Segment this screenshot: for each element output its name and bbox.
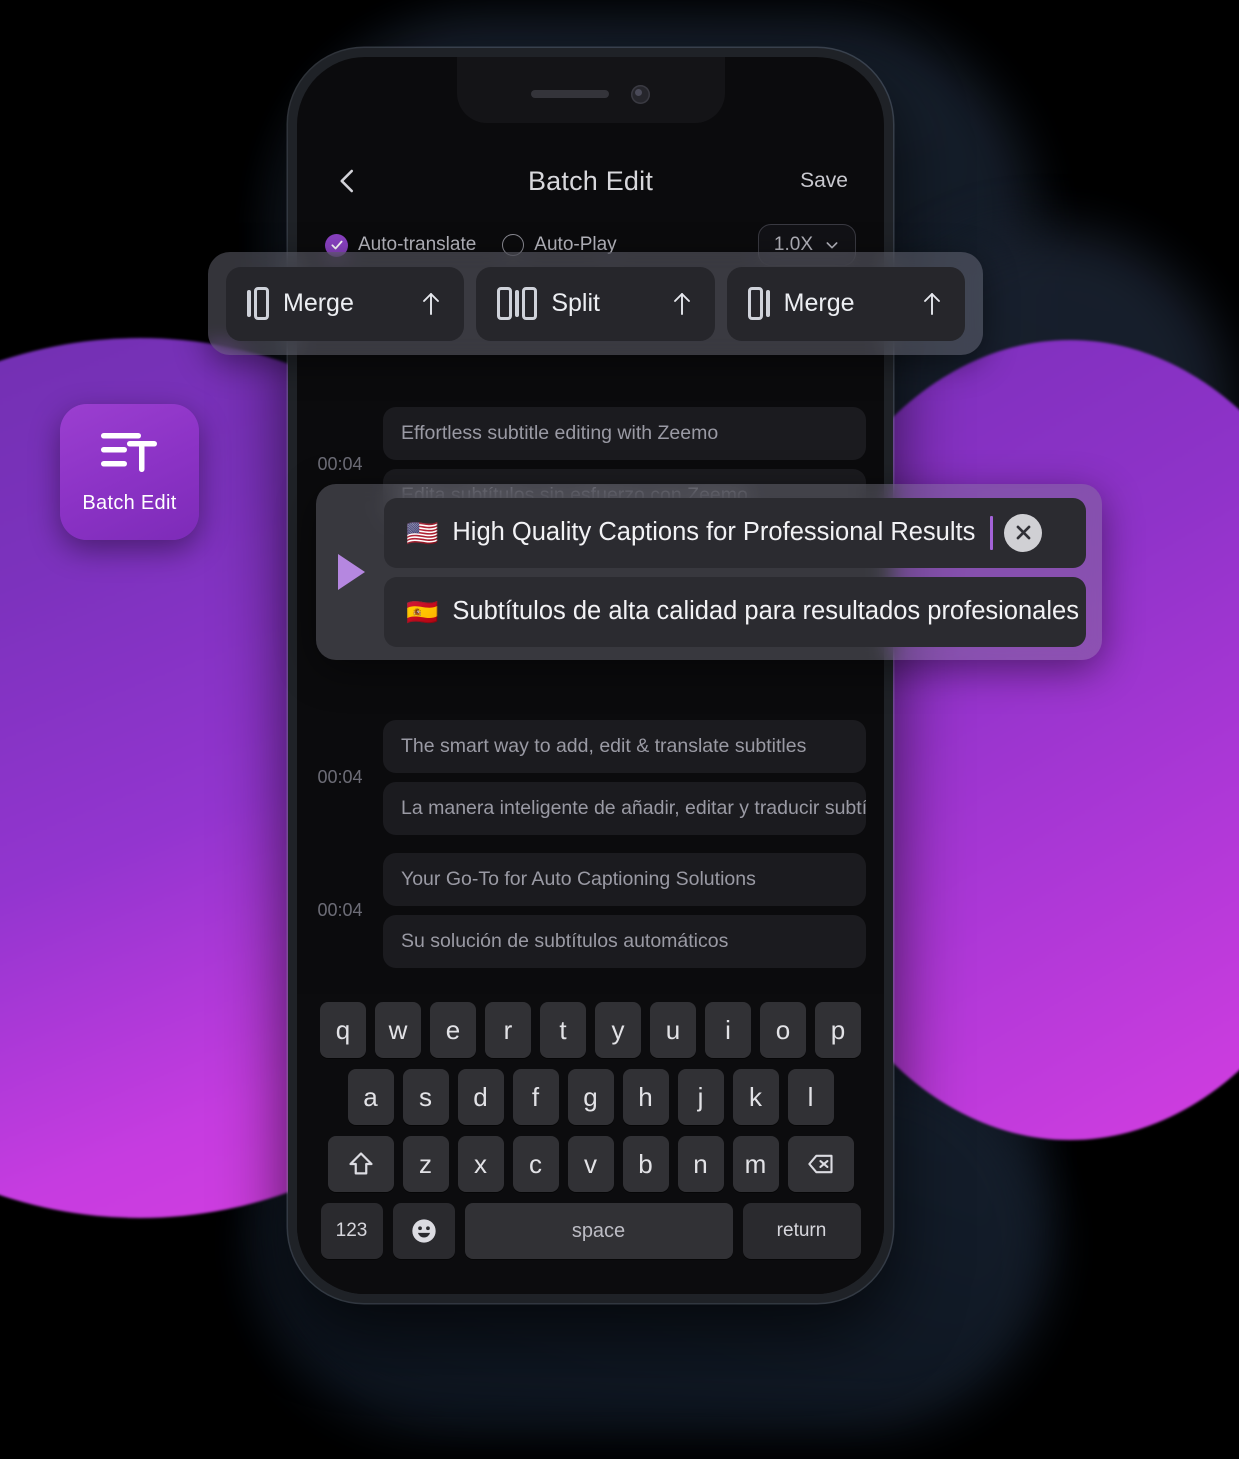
key-y[interactable]: y <box>595 1002 641 1058</box>
subtitle-source-text[interactable]: The smart way to add, edit & translate s… <box>383 720 866 773</box>
return-key[interactable]: return <box>742 1203 861 1259</box>
nav-bar: Batch Edit Save <box>297 153 884 209</box>
split-label: Split <box>551 289 600 317</box>
merge-split-toolbar: Merge Split Merge <box>208 252 983 355</box>
arrow-up-icon[interactable] <box>920 291 944 317</box>
app-content: Batch Edit Save Auto-translate Auto-Play <box>297 57 884 1294</box>
shift-up-icon[interactable] <box>327 1136 394 1192</box>
split-icon <box>497 287 538 320</box>
flag-es-icon: 🇪🇸 <box>406 596 439 627</box>
key-z[interactable]: z <box>402 1136 449 1192</box>
key-h[interactable]: h <box>622 1069 669 1125</box>
subtitle-timestamp: 00:04 <box>317 767 363 787</box>
numbers-key[interactable]: 123 <box>320 1203 383 1259</box>
chevron-down-icon <box>824 237 840 253</box>
key-f[interactable]: f <box>512 1069 559 1125</box>
space-key[interactable]: space <box>464 1203 733 1259</box>
keyboard-row-1: qwertyuiop <box>303 1002 878 1058</box>
subtitle-source-text[interactable]: Effortless subtitle editing with Zeemo <box>383 407 866 460</box>
text-cursor <box>990 515 994 550</box>
key-v[interactable]: v <box>567 1136 614 1192</box>
subtitle-timestamp: 00:04 <box>317 900 363 920</box>
arrow-up-icon[interactable] <box>670 291 694 317</box>
page-title: Batch Edit <box>527 165 654 196</box>
text-lines-t-icon <box>99 430 161 478</box>
subtitle-translation-text[interactable]: Su solución de subtítulos automáticos <box>383 915 866 968</box>
subtitle-translation-text[interactable]: La manera inteligente de añadir, editar … <box>383 782 866 835</box>
batch-edit-app-label: Batch Edit <box>82 491 177 514</box>
subtitle-timestamp: 00:04 <box>317 454 363 474</box>
key-p[interactable]: p <box>815 1002 861 1058</box>
subtitle-line-pair: Your Go-To for Auto Captioning Solutions… <box>383 853 866 968</box>
merge-left-button[interactable]: Merge <box>226 266 465 341</box>
emoji-smiley-icon[interactable] <box>392 1203 455 1259</box>
key-m[interactable]: m <box>732 1136 779 1192</box>
key-j[interactable]: j <box>677 1069 724 1125</box>
merge-left-label: Merge <box>283 289 354 317</box>
key-x[interactable]: x <box>457 1136 504 1192</box>
split-button[interactable]: Split <box>476 266 715 341</box>
chevron-left-icon[interactable] <box>333 166 363 196</box>
key-n[interactable]: n <box>677 1136 724 1192</box>
key-b[interactable]: b <box>622 1136 669 1192</box>
key-w[interactable]: w <box>375 1002 421 1058</box>
on-screen-keyboard: qwertyuiop asdfghjkl zxcvbnm 123 space r… <box>297 994 884 1294</box>
key-o[interactable]: o <box>760 1002 806 1058</box>
flag-us-icon: 🇺🇸 <box>406 517 439 548</box>
merge-right-label: Merge <box>783 289 855 317</box>
keyboard-row-3: zxcvbnm <box>303 1136 878 1192</box>
selected-subtitle-card: 🇺🇸 High Quality Captions for Professiona… <box>316 484 1102 660</box>
merge-right-button[interactable]: Merge <box>726 266 965 341</box>
keyboard-row-bottom: 123 space return <box>303 1203 878 1259</box>
keyboard-row-2: asdfghjkl <box>303 1069 878 1125</box>
selected-source-input[interactable]: 🇺🇸 High Quality Captions for Professiona… <box>384 497 1086 568</box>
key-s[interactable]: s <box>402 1069 449 1125</box>
key-l[interactable]: l <box>787 1069 834 1125</box>
arrow-up-icon[interactable] <box>419 291 443 317</box>
play-triangle-icon[interactable] <box>338 554 365 590</box>
subtitle-line-pair: The smart way to add, edit & translate s… <box>383 720 866 835</box>
key-d[interactable]: d <box>457 1069 504 1125</box>
key-r[interactable]: r <box>485 1002 531 1058</box>
key-t[interactable]: t <box>540 1002 586 1058</box>
merge-left-icon <box>247 287 269 320</box>
clear-x-icon[interactable] <box>1004 513 1043 552</box>
subtitle-row: 00:04 Your Go-To for Auto Captioning Sol… <box>297 853 866 968</box>
key-q[interactable]: q <box>320 1002 366 1058</box>
phone-screen: Batch Edit Save Auto-translate Auto-Play <box>297 57 884 1294</box>
merge-right-icon <box>747 287 770 320</box>
selected-translation-input[interactable]: 🇪🇸 Subtítulos de alta calidad para resul… <box>384 576 1086 647</box>
key-g[interactable]: g <box>567 1069 614 1125</box>
phone-mockup: Batch Edit Save Auto-translate Auto-Play <box>288 48 893 1303</box>
key-c[interactable]: c <box>512 1136 559 1192</box>
save-button[interactable]: Save <box>800 169 848 193</box>
subtitle-row: 00:04 The smart way to add, edit & trans… <box>297 720 866 835</box>
batch-edit-app-tile[interactable]: Batch Edit <box>60 404 199 540</box>
key-e[interactable]: e <box>430 1002 476 1058</box>
selected-source-text: High Quality Captions for Professional R… <box>452 518 976 546</box>
key-i[interactable]: i <box>705 1002 751 1058</box>
key-a[interactable]: a <box>347 1069 394 1125</box>
key-k[interactable]: k <box>732 1069 779 1125</box>
selected-translation-text: Subtítulos de alta calidad para resultad… <box>452 597 1079 625</box>
key-u[interactable]: u <box>650 1002 696 1058</box>
backspace-delete-icon[interactable] <box>787 1136 854 1192</box>
subtitle-source-text[interactable]: Your Go-To for Auto Captioning Solutions <box>383 853 866 906</box>
